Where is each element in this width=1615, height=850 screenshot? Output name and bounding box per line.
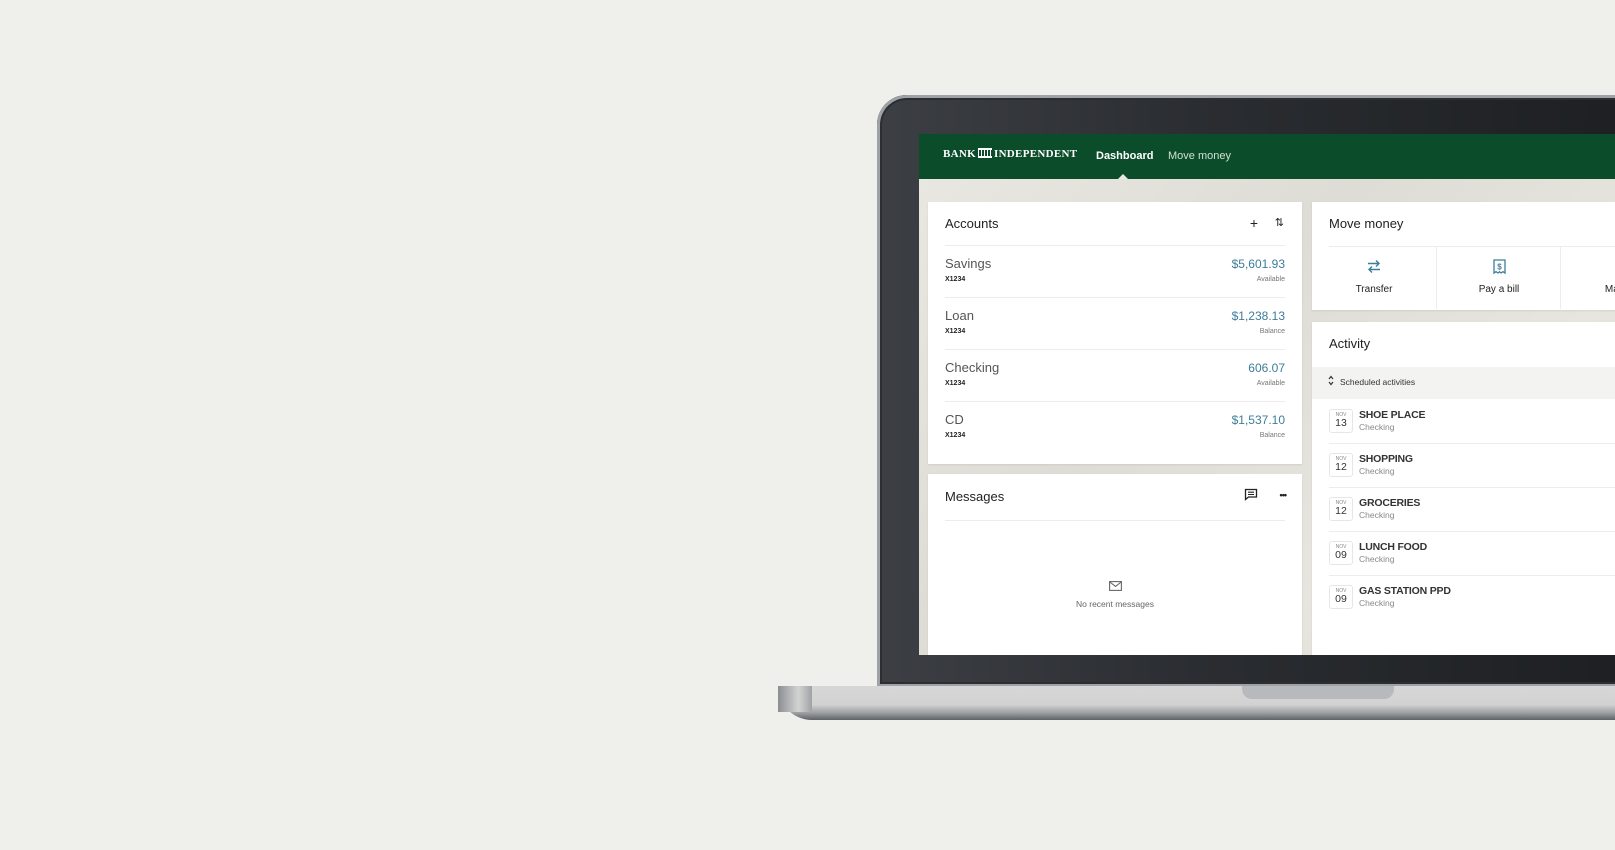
scheduled-activities-label: Scheduled activities: [1340, 377, 1416, 387]
account-amount-label: Available: [1256, 276, 1285, 283]
date-badge: NOV 09: [1329, 585, 1353, 609]
activity-name: GAS STATION PPD: [1359, 585, 1451, 597]
messages-card: Messages ••• No recent messages: [928, 474, 1302, 655]
bank-logo[interactable]: BANK INDEPENDENT: [943, 148, 1077, 160]
manage-label: Manage: [1604, 284, 1615, 295]
logo-text-right: INDEPENDENT: [993, 148, 1078, 160]
laptop-base: [778, 686, 1615, 720]
move-money-title: Move money: [1329, 216, 1404, 231]
date-day: 12: [1335, 461, 1347, 473]
svg-text:$: $: [1497, 263, 1502, 272]
more-options-icon[interactable]: •••: [1280, 488, 1288, 502]
date-day: 12: [1335, 505, 1347, 517]
envelope-icon: [1108, 578, 1122, 595]
activity-row[interactable]: NOV 13 SHOE PLACE Checking: [1329, 399, 1615, 444]
laptop-screen: BANK INDEPENDENT Dashboard Move money Acc…: [919, 134, 1615, 655]
date-badge: NOV 12: [1329, 497, 1353, 521]
account-row-savings[interactable]: Savings X1234 $5,601.93 Available: [945, 245, 1285, 298]
manage-button[interactable]: Manage: [1560, 247, 1615, 309]
pay-bill-button[interactable]: $ Pay a bill: [1436, 247, 1561, 309]
account-name: Savings: [945, 256, 992, 271]
nav-item-move-money[interactable]: Move money: [1168, 150, 1231, 162]
laptop-base-edge: [778, 686, 812, 712]
top-nav: BANK INDEPENDENT Dashboard Move money: [919, 134, 1615, 179]
bank-building-icon: [977, 148, 992, 158]
bill-receipt-icon: $: [1437, 259, 1561, 275]
accounts-title: Accounts: [945, 216, 999, 231]
laptop-notch: [1242, 686, 1394, 699]
transfer-icon: [1312, 259, 1436, 275]
activity-row[interactable]: NOV 09 LUNCH FOOD Checking: [1329, 531, 1615, 576]
manage-icon: [1561, 259, 1615, 275]
activity-account: Checking: [1359, 598, 1395, 608]
transfer-button[interactable]: Transfer: [1312, 247, 1436, 309]
activity-row[interactable]: NOV 12 GROCERIES Checking: [1329, 487, 1615, 532]
date-badge: NOV 13: [1329, 409, 1353, 433]
account-number: X1234: [945, 380, 966, 387]
account-name: CD: [945, 412, 964, 427]
sort-accounts-icon[interactable]: ⇅: [1275, 216, 1284, 230]
move-money-card: Move money Transfer $ Pay a bill Manage: [1312, 202, 1615, 310]
activity-name: SHOPPING: [1359, 453, 1413, 465]
activity-title: Activity: [1329, 336, 1371, 351]
account-amount-label: Balance: [1259, 432, 1285, 439]
account-number: X1234: [945, 276, 966, 283]
date-day: 09: [1335, 549, 1347, 561]
activity-account: Checking: [1359, 554, 1395, 564]
account-amount: $1,238.13: [1231, 309, 1285, 323]
account-amount: $1,537.10: [1231, 413, 1285, 427]
activity-card: Activity Scheduled activities NOV 13 SHOE…: [1312, 322, 1615, 655]
activity-account: Checking: [1359, 422, 1395, 432]
messages-title: Messages: [945, 489, 1005, 504]
active-nav-indicator: [1118, 174, 1128, 179]
account-number: X1234: [945, 328, 966, 335]
accounts-card: Accounts + ⇅ Savings X1234 $5,601.93 Ava…: [928, 202, 1302, 464]
activity-account: Checking: [1359, 466, 1395, 476]
account-name: Checking: [945, 360, 1000, 375]
activity-row[interactable]: NOV 12 SHOPPING Checking: [1329, 443, 1615, 488]
account-amount-label: Available: [1256, 380, 1285, 387]
new-message-icon[interactable]: [1244, 488, 1258, 503]
account-row-loan[interactable]: Loan X1234 $1,238.13 Balance: [945, 297, 1285, 350]
pay-bill-label: Pay a bill: [1478, 284, 1520, 295]
transfer-label: Transfer: [1355, 284, 1393, 295]
activity-name: LUNCH FOOD: [1359, 541, 1427, 553]
activity-name: SHOE PLACE: [1359, 409, 1426, 421]
account-name: Loan: [945, 308, 974, 323]
scheduled-activities-toggle[interactable]: Scheduled activities: [1312, 367, 1615, 399]
account-amount: 606.07: [1248, 361, 1285, 375]
account-amount: $5,601.93: [1231, 257, 1285, 271]
logo-text-left: BANK: [943, 148, 976, 160]
messages-empty-state: No recent messages: [928, 578, 1302, 609]
account-number: X1234: [945, 432, 966, 439]
date-badge: NOV 09: [1329, 541, 1353, 565]
add-account-icon[interactable]: +: [1250, 216, 1258, 230]
date-badge: NOV 12: [1329, 453, 1353, 477]
divider: [945, 520, 1285, 521]
nav-item-dashboard[interactable]: Dashboard: [1096, 150, 1153, 162]
account-amount-label: Balance: [1259, 328, 1285, 335]
date-day: 09: [1335, 593, 1347, 605]
activity-account: Checking: [1359, 510, 1395, 520]
account-row-checking[interactable]: Checking X1234 606.07 Available: [945, 349, 1285, 402]
activity-name: GROCERIES: [1359, 497, 1421, 509]
no-messages-text: No recent messages: [1076, 599, 1154, 609]
activity-row[interactable]: NOV 09 GAS STATION PPD Checking: [1329, 575, 1615, 619]
account-row-cd[interactable]: CD X1234 $1,537.10 Balance: [945, 401, 1285, 454]
date-day: 13: [1335, 417, 1347, 429]
expand-collapse-icon: [1328, 375, 1334, 388]
